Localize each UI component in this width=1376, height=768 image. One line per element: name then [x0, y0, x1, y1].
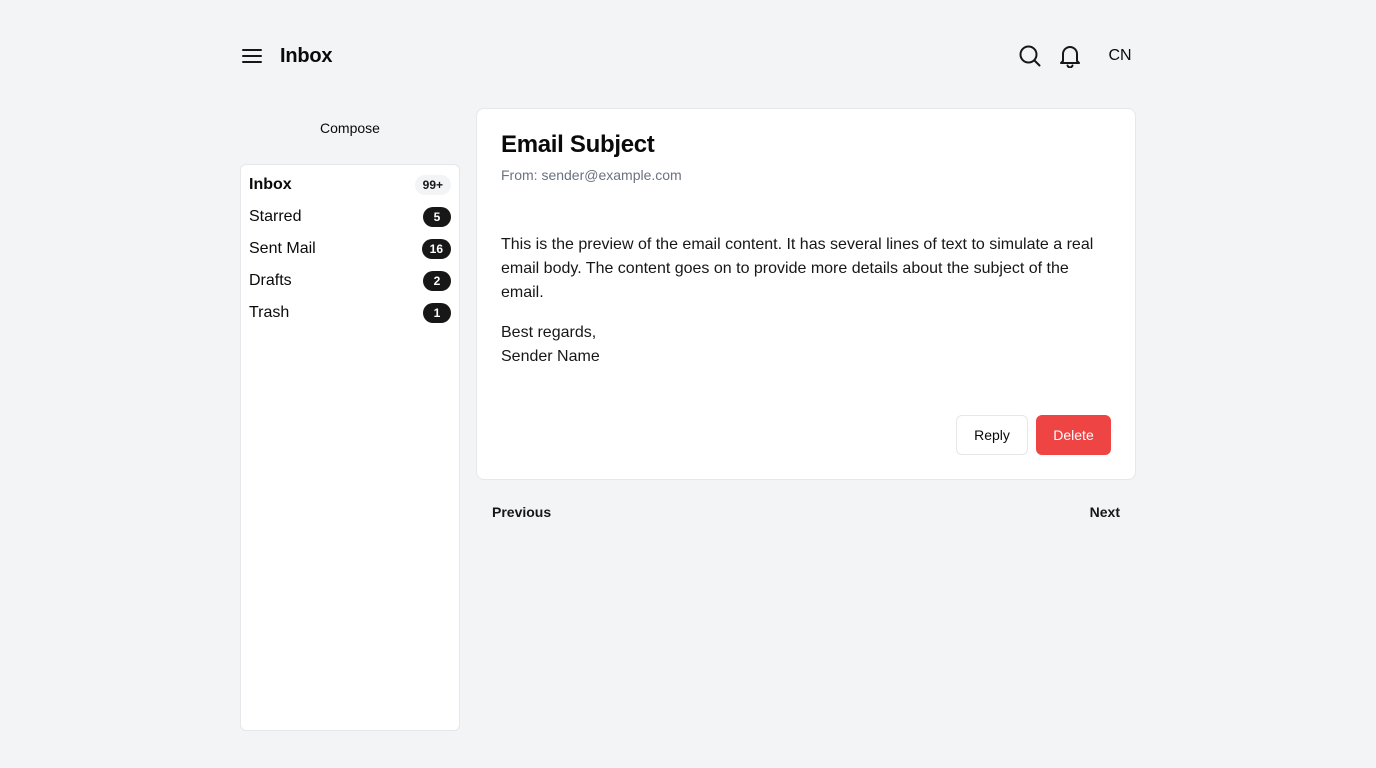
- hamburger-menu-icon[interactable]: [240, 44, 264, 68]
- count-badge: 1: [423, 303, 451, 323]
- sidebar-item-drafts[interactable]: Drafts 2: [249, 265, 451, 297]
- sidebar-item-label: Sent Mail: [249, 240, 316, 257]
- delete-button[interactable]: Delete: [1036, 415, 1111, 455]
- sidebar-item-label: Trash: [249, 304, 290, 321]
- page-title: Inbox: [280, 44, 333, 67]
- main-content: Email Subject From: sender@example.com T…: [476, 108, 1136, 520]
- email-sender: From: sender@example.com: [501, 167, 682, 183]
- unread-count-badge: 99+: [414, 175, 451, 195]
- sidebar-item-label: Inbox: [249, 176, 292, 193]
- sidebar-item-inbox[interactable]: Inbox 99+: [249, 169, 451, 201]
- email-card: Email Subject From: sender@example.com T…: [476, 108, 1136, 480]
- sidebar-item-sent-mail[interactable]: Sent Mail 16: [249, 233, 451, 265]
- sidebar-item-label: Drafts: [249, 272, 292, 289]
- folder-list: Inbox 99+ Starred 5 Sent Mail 16 Drafts …: [240, 164, 460, 731]
- sidebar: Compose Inbox 99+ Starred 5 Sent Mail 16…: [240, 108, 460, 731]
- previous-link[interactable]: Previous: [492, 504, 551, 520]
- sidebar-item-label: Starred: [249, 208, 302, 225]
- compose-button[interactable]: Compose: [240, 108, 460, 148]
- email-signoff: Best regards, Sender Name: [501, 321, 1111, 369]
- signoff-name: Sender Name: [501, 348, 600, 365]
- sidebar-item-trash[interactable]: Trash 1: [249, 297, 451, 329]
- pagination: Previous Next: [476, 504, 1136, 520]
- count-badge: 2: [423, 271, 451, 291]
- signoff-greeting: Best regards,: [501, 324, 597, 341]
- next-link[interactable]: Next: [1090, 504, 1120, 520]
- reply-button[interactable]: Reply: [956, 415, 1028, 455]
- bell-icon[interactable]: [1058, 44, 1082, 68]
- header-left: Inbox: [240, 44, 333, 68]
- count-badge: 5: [423, 207, 451, 227]
- email-actions: Reply Delete: [956, 415, 1111, 455]
- top-bar: Inbox CN: [240, 36, 1136, 76]
- header-right: CN: [1002, 44, 1136, 68]
- avatar[interactable]: CN: [1104, 47, 1136, 65]
- email-body: This is the preview of the email content…: [501, 236, 1094, 301]
- search-icon[interactable]: [1018, 44, 1042, 68]
- sidebar-item-starred[interactable]: Starred 5: [249, 201, 451, 233]
- email-subject: Email Subject: [501, 131, 655, 158]
- count-badge: 16: [421, 239, 451, 259]
